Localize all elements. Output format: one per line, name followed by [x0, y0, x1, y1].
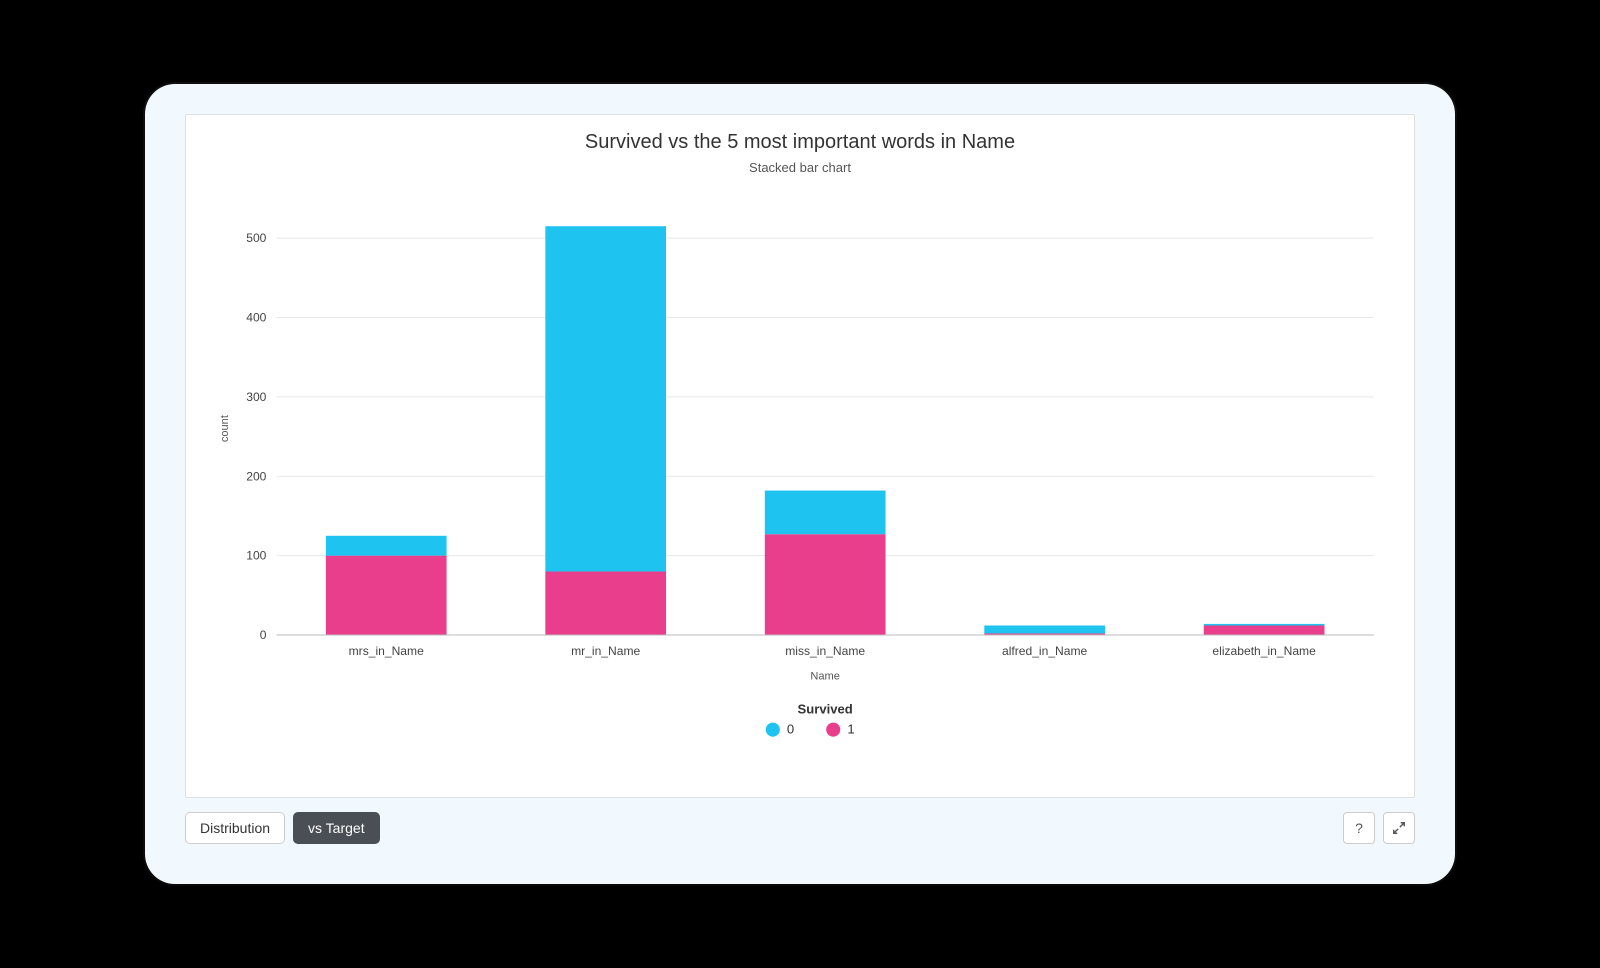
bar-segment[interactable] [1204, 624, 1325, 626]
svg-text:300: 300 [246, 390, 266, 404]
chart-title: Survived vs the 5 most important words i… [206, 131, 1394, 154]
y-axis-label: count [219, 415, 231, 442]
svg-text:200: 200 [246, 469, 266, 483]
fullscreen-icon [1392, 821, 1406, 835]
x-tick-label: alfred_in_Name [1002, 644, 1088, 658]
bar-segment[interactable] [545, 572, 666, 636]
x-tick-label: mr_in_Name [571, 644, 640, 658]
chart-plot[interactable]: 0 100 200 300 400 500 count mrs_in_Name mr_in_Na… [206, 181, 1394, 787]
vs-target-button[interactable]: vs Target [293, 812, 380, 844]
bar-segment[interactable] [326, 536, 447, 556]
bar-segment[interactable] [1204, 625, 1325, 635]
bar-segment[interactable] [545, 226, 666, 571]
x-tick-label: miss_in_Name [785, 644, 865, 658]
bar-segment[interactable] [326, 556, 447, 635]
x-axis-label: Name [810, 670, 840, 682]
bar-segment[interactable] [765, 491, 886, 535]
svg-text:100: 100 [246, 549, 266, 563]
legend-title: Survived [798, 702, 853, 717]
bar-segment[interactable] [984, 625, 1105, 633]
legend-swatch[interactable] [766, 723, 780, 737]
chart-card: Survived vs the 5 most important words i… [185, 114, 1415, 798]
x-tick-label: mrs_in_Name [349, 644, 424, 658]
x-tick-label: elizabeth_in_Name [1212, 644, 1316, 658]
bar-segment[interactable] [765, 534, 886, 635]
device-frame: Survived vs the 5 most important words i… [145, 84, 1455, 884]
svg-text:0: 0 [260, 628, 267, 642]
svg-text:500: 500 [246, 231, 266, 245]
legend-swatch[interactable] [826, 723, 840, 737]
legend-label[interactable]: 1 [847, 722, 854, 737]
toolbar: Distribution vs Target ? [185, 812, 1415, 844]
distribution-button[interactable]: Distribution [185, 812, 285, 844]
legend-label[interactable]: 0 [787, 722, 794, 737]
svg-text:400: 400 [246, 311, 266, 325]
help-button[interactable]: ? [1343, 812, 1375, 844]
chart-subtitle: Stacked bar chart [206, 160, 1394, 175]
help-icon: ? [1355, 820, 1363, 836]
fullscreen-button[interactable] [1383, 812, 1415, 844]
